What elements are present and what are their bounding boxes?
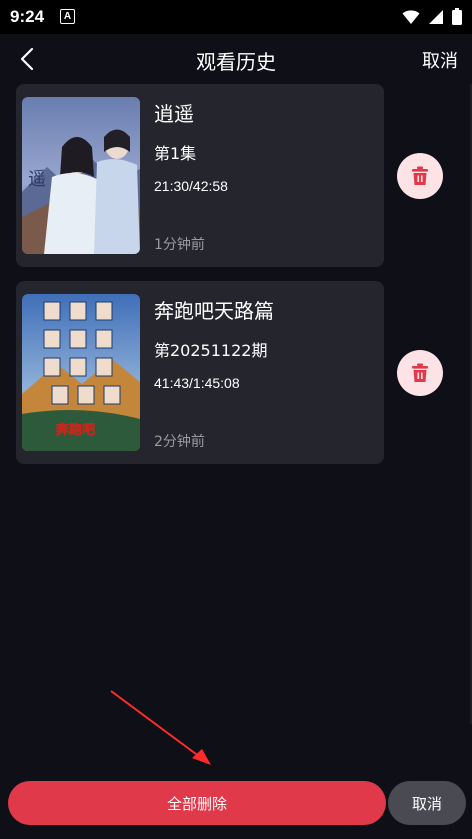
status-icons <box>402 8 462 25</box>
signal-icon <box>429 9 443 24</box>
svg-text:奔跑吧: 奔跑吧 <box>55 422 95 438</box>
item-watched-ago: 2分钟前 <box>154 434 205 450</box>
trash-icon <box>412 166 428 185</box>
nav-bar: 观看历史 取消 <box>0 34 472 84</box>
history-item[interactable]: 遥 逍遥 第1集 21:30/42:58 1分钟前 <box>16 84 384 267</box>
cancel-button[interactable]: 取消 <box>388 781 466 825</box>
delete-item-button[interactable] <box>397 153 443 199</box>
poster-image: 遥 <box>22 97 140 254</box>
nav-cancel-button[interactable]: 取消 <box>422 47 458 73</box>
status-bar: 9:24 A <box>0 0 472 34</box>
history-item[interactable]: 奔跑吧 奔跑吧天路篇 第20251122期 41:43/1:45:08 2分钟前 <box>16 281 384 464</box>
status-time: 9:24 <box>10 7 45 26</box>
delete-all-button[interactable]: 全部删除 <box>8 781 386 825</box>
bottom-action-bar: 全部删除 取消 <box>0 775 472 839</box>
item-episode: 第1集 <box>154 144 197 163</box>
wifi-icon <box>402 9 420 24</box>
page-title: 观看历史 <box>196 50 276 74</box>
item-progress: 21:30/42:58 <box>154 178 228 194</box>
item-episode: 第20251122期 <box>154 341 268 360</box>
svg-text:遥: 遥 <box>28 169 46 190</box>
poster-image: 奔跑吧 <box>22 294 140 451</box>
battery-icon <box>452 8 462 25</box>
trash-icon <box>412 363 428 382</box>
item-watched-ago: 1分钟前 <box>154 237 205 253</box>
item-title: 逍遥 <box>154 102 194 126</box>
item-title: 奔跑吧天路篇 <box>154 299 274 323</box>
delete-item-button[interactable] <box>397 350 443 396</box>
item-progress: 41:43/1:45:08 <box>154 375 240 391</box>
notification-icon: A <box>60 9 75 24</box>
